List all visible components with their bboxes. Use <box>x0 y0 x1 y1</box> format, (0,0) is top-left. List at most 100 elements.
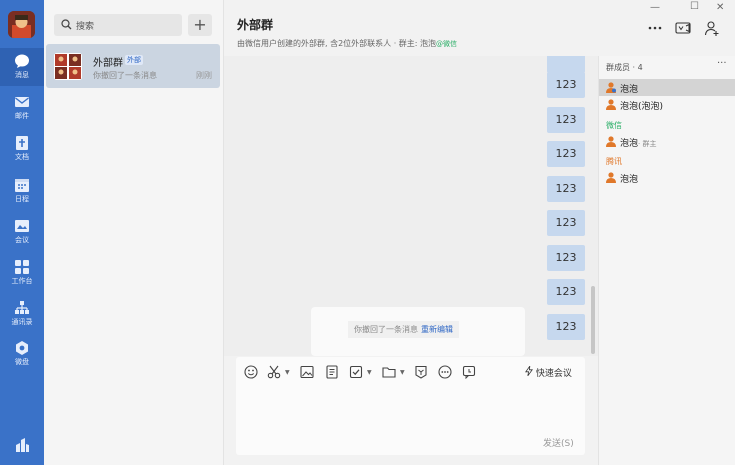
file-icon <box>326 365 338 379</box>
nav-label: 微盘 <box>15 358 29 366</box>
person-icon <box>606 136 616 147</box>
task-button[interactable] <box>349 365 363 379</box>
quick-meeting-label: 快速会议 <box>535 369 572 379</box>
search-icon <box>61 19 72 30</box>
user-avatar[interactable] <box>8 11 35 38</box>
nav-item-mail[interactable]: 邮件 <box>0 89 44 127</box>
message-bubble-partial[interactable] <box>547 56 585 73</box>
conversation-list-panel: 搜索 + 外部群 外部 你撤回了一条消息 刚刚 <box>44 0 224 465</box>
checklist-icon <box>349 365 363 379</box>
nav-item-docs[interactable]: 文档 <box>0 130 44 168</box>
nav-item-calendar[interactable]: 日程 <box>0 172 44 210</box>
folder-button[interactable] <box>382 365 396 379</box>
member-row[interactable]: 泡泡 <box>599 79 735 96</box>
message-bubble[interactable]: 123 <box>547 141 585 167</box>
more-options-icon[interactable] <box>647 20 663 36</box>
group-avatar <box>54 53 82 80</box>
red-packet-button[interactable] <box>414 365 428 379</box>
members-more-button[interactable]: ··· <box>717 58 727 69</box>
message-bubble[interactable]: 123 <box>547 210 585 236</box>
member-name: 泡泡 <box>620 85 639 95</box>
member-name: 泡泡(泡泡) <box>620 102 664 112</box>
conversation-name: 外部群 <box>93 58 123 69</box>
message-bubble[interactable]: 123 <box>547 279 585 305</box>
more-tools-button[interactable] <box>438 365 452 379</box>
member-name: 泡泡 <box>620 139 639 149</box>
file-button[interactable] <box>325 365 339 379</box>
folder-icon <box>382 367 396 378</box>
nav-item-drive[interactable]: 微盘 <box>0 335 44 373</box>
search-box[interactable]: 搜索 <box>54 14 182 36</box>
chat-panel: 外部群 由微信用户创建的外部群, 含2位外部联系人 · 群主: 泡泡@微信 12… <box>224 0 735 465</box>
task-dropdown-icon[interactable]: ▼ <box>367 369 372 376</box>
emoji-icon <box>244 365 258 379</box>
add-member-icon[interactable] <box>704 20 720 36</box>
message-bubble[interactable]: 123 <box>547 176 585 202</box>
workbench-icon <box>15 260 29 274</box>
nav-item-workbench[interactable]: 工作台 <box>0 254 44 292</box>
nav-label: 消息 <box>15 71 29 79</box>
folder-dropdown-icon[interactable]: ▼ <box>400 369 405 376</box>
nav-item-contacts[interactable]: 通讯录 <box>0 295 44 333</box>
conversation-time: 刚刚 <box>196 71 212 80</box>
close-button[interactable]: ✕ <box>716 2 724 13</box>
screenshot-dropdown-icon[interactable]: ▼ <box>285 369 290 376</box>
member-row[interactable]: 泡泡(泡泡) <box>599 96 735 113</box>
nav-label: 工作台 <box>11 277 33 285</box>
send-button[interactable]: 发送(S) <box>543 436 574 449</box>
image-button[interactable] <box>300 365 314 379</box>
minimize-button[interactable]: — <box>650 2 660 13</box>
avatar-image <box>8 11 35 38</box>
chat-title: 外部群 <box>237 18 274 32</box>
search-placeholder: 搜索 <box>76 22 95 32</box>
members-header: 群成员 · 4 <box>606 63 643 72</box>
document-icon <box>16 136 28 150</box>
chat-subtitle-text: 由微信用户创建的外部群, 含2位外部联系人 · 群主: 泡泡 <box>237 39 437 48</box>
meeting-icon <box>15 220 29 232</box>
red-packet-icon <box>415 365 427 379</box>
cloud-drive-icon <box>16 341 28 355</box>
message-bubble[interactable]: 123 <box>547 245 585 271</box>
chat-record-button[interactable] <box>462 365 476 379</box>
mail-icon <box>15 97 29 107</box>
quick-meeting-button[interactable]: 快速会议 <box>525 364 572 379</box>
recall-notice-text: 你撤回了一条消息 重新编辑 <box>348 321 459 338</box>
contacts-icon <box>15 301 29 314</box>
chat-bubble-icon <box>15 54 29 68</box>
nav-item-meeting[interactable]: 会议 <box>0 213 44 251</box>
group-avatar-image <box>54 53 82 80</box>
more-icon <box>438 365 452 379</box>
nav-label: 文档 <box>15 153 29 161</box>
recall-notice: 你撤回了一条消息 重新编辑 <box>311 307 525 356</box>
nav-label: 会议 <box>15 236 29 244</box>
message-bubble[interactable]: 123 <box>547 314 585 340</box>
recall-text: 你撤回了一条消息 <box>354 325 418 334</box>
nav-label: 日程 <box>15 195 29 203</box>
maximize-button[interactable]: ☐ <box>690 1 699 12</box>
scissors-icon <box>267 365 281 379</box>
member-name: 泡泡 <box>620 175 639 185</box>
calendar-icon <box>15 179 29 192</box>
lightning-icon <box>525 364 533 377</box>
person-icon <box>606 172 616 183</box>
message-bubble[interactable]: 123 <box>547 72 585 98</box>
wechat-suffix: @微信 <box>436 40 458 48</box>
nav-item-messages[interactable]: 消息 <box>0 48 44 86</box>
owner-note: · 群主 <box>638 140 657 148</box>
member-row[interactable]: 泡泡 <box>599 169 735 186</box>
message-bubble[interactable]: 123 <box>547 107 585 133</box>
emoji-button[interactable] <box>244 365 258 379</box>
add-button[interactable]: + <box>188 14 212 36</box>
video-call-icon[interactable] <box>675 20 691 36</box>
conversation-item[interactable]: 外部群 外部 你撤回了一条消息 刚刚 <box>46 44 220 88</box>
apps-bottom-icon[interactable] <box>14 437 30 453</box>
nav-rail: 消息 邮件 文档 日程 会议 工作台 通讯录 微盘 <box>0 0 44 465</box>
composer[interactable]: ▼ ▼ ▼ 快速会议 发送(S) <box>236 357 585 455</box>
screenshot-button[interactable] <box>267 365 281 379</box>
reedit-link[interactable]: 重新编辑 <box>421 325 453 334</box>
image-icon <box>300 365 314 379</box>
message-scrollbar[interactable] <box>591 286 595 354</box>
member-group-tencent: 腾讯 <box>606 157 622 166</box>
member-row[interactable]: 泡泡· 群主 <box>599 133 735 150</box>
chat-subtitle: 由微信用户创建的外部群, 含2位外部联系人 · 群主: 泡泡@微信 <box>237 38 457 49</box>
